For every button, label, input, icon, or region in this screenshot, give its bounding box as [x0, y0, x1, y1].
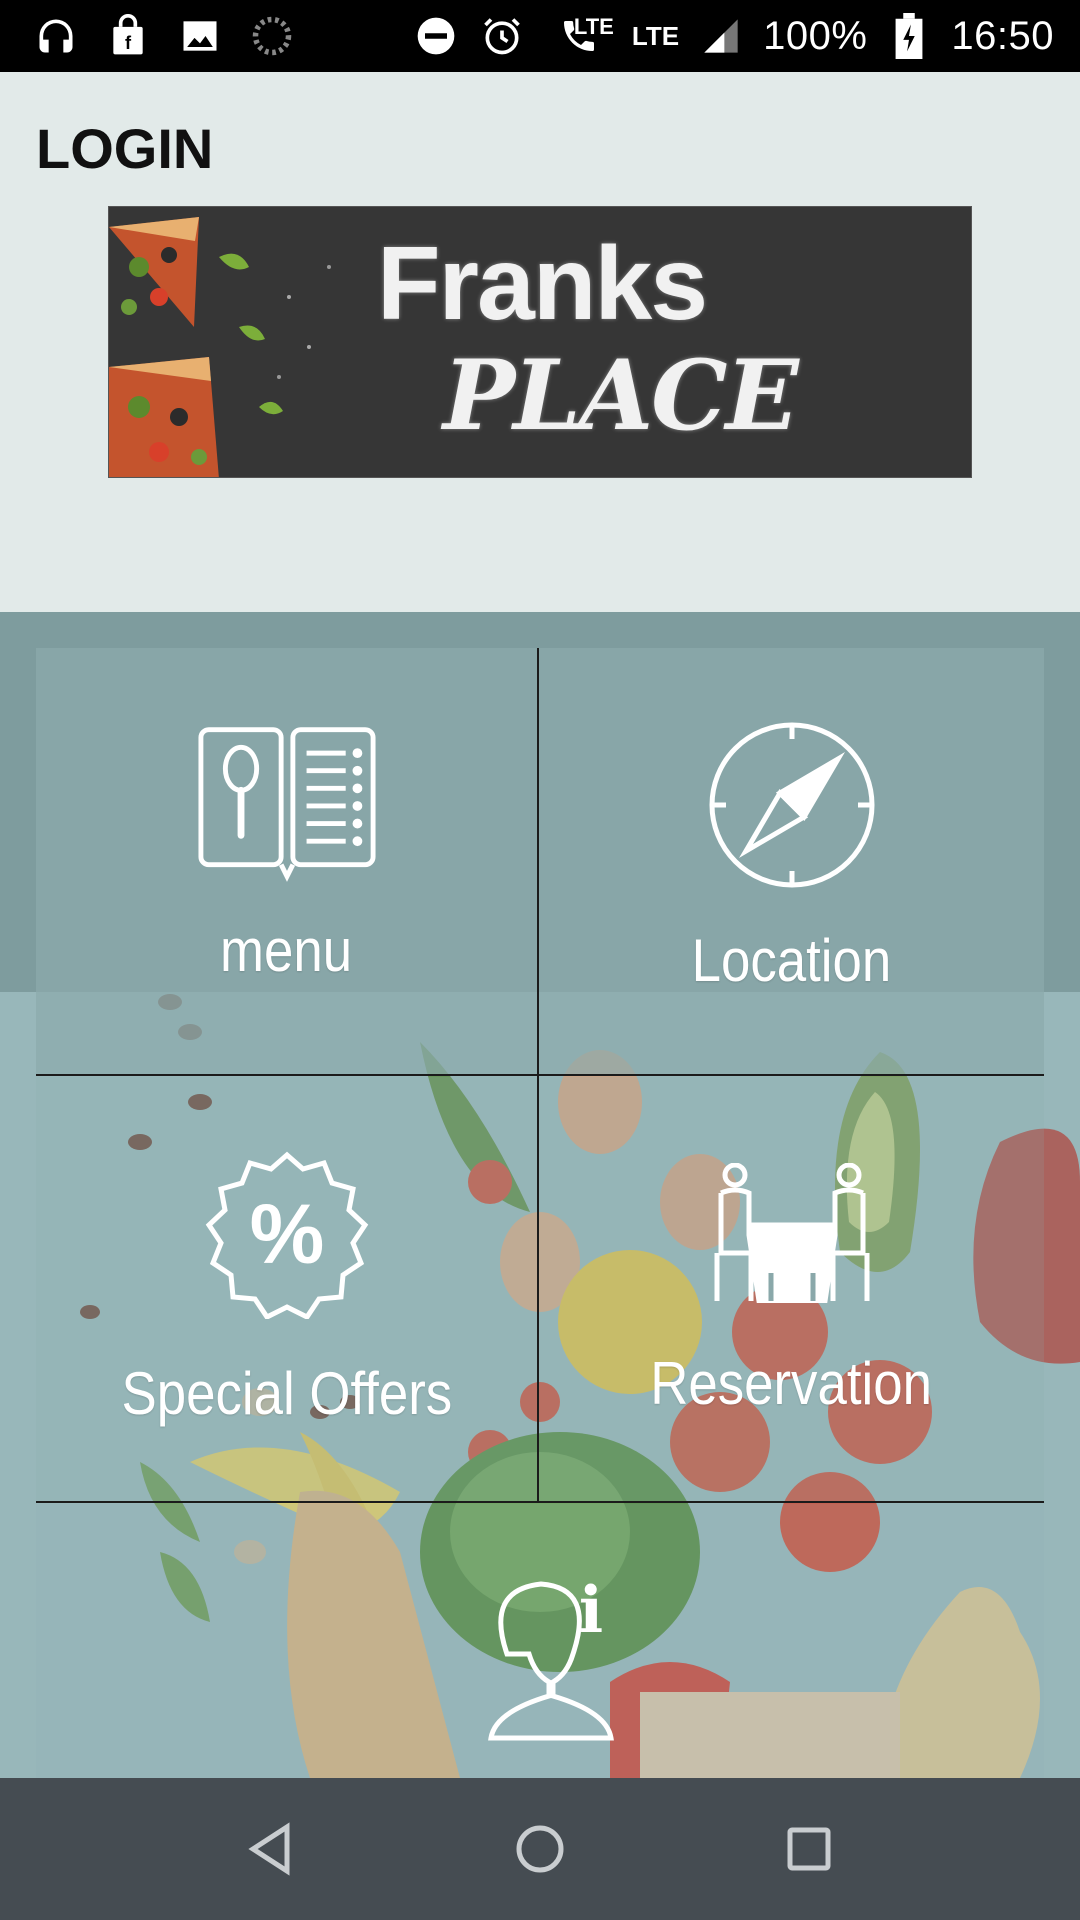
- grid-divider-horizontal-2: [36, 1501, 1044, 1503]
- clock: 16:50: [951, 13, 1054, 58]
- battery-charging-icon: [885, 12, 933, 60]
- back-icon[interactable]: [236, 1814, 306, 1884]
- banner-title-line2: PLACE: [443, 339, 799, 452]
- navigation-bar: [0, 1778, 1080, 1920]
- tile-menu-label: menu: [220, 917, 353, 984]
- loading-icon: [248, 12, 296, 60]
- compass-icon: [707, 720, 877, 890]
- banner-title-line1: Franks: [377, 226, 708, 342]
- tile-about[interactable]: i: [36, 1504, 1044, 1778]
- svg-text:f: f: [125, 32, 132, 53]
- wifi-call-icon: LTE: [544, 12, 614, 60]
- tile-special-offers-label: Special Offers: [121, 1360, 452, 1427]
- battery-percentage: 100%: [763, 13, 868, 58]
- image-icon: [176, 12, 224, 60]
- recents-icon[interactable]: [774, 1814, 844, 1884]
- tile-special-offers[interactable]: % Special Offers: [36, 1077, 537, 1501]
- tile-menu[interactable]: menu: [36, 648, 537, 1075]
- table-reservation-icon: [707, 1163, 877, 1303]
- tile-reservation[interactable]: Reservation: [539, 1077, 1044, 1501]
- svg-text:i: i: [579, 1576, 603, 1648]
- status-bar: f LTE LTE 100% 16:50: [0, 0, 1080, 72]
- grid-divider-horizontal-1: [36, 1074, 1044, 1076]
- header-area: LOGIN Franks PLACE: [0, 72, 1080, 612]
- shopping-bag-icon: f: [104, 12, 152, 60]
- main-tile-area: menu Location % Special Offers Reservati…: [0, 612, 1080, 1778]
- discount-badge-icon: %: [202, 1151, 372, 1319]
- network-label-1: LTE: [573, 14, 614, 39]
- tile-reservation-label: Reservation: [650, 1350, 933, 1417]
- person-info-icon: i: [455, 1576, 625, 1746]
- status-left-icons: f: [32, 12, 296, 60]
- network-label-2: LTE: [631, 20, 680, 51]
- tile-location[interactable]: Location: [539, 648, 1044, 1075]
- login-link[interactable]: LOGIN: [36, 116, 213, 181]
- svg-text:%: %: [249, 1187, 324, 1281]
- restaurant-banner: Franks PLACE: [108, 206, 972, 478]
- tile-location-label: Location: [691, 927, 892, 994]
- status-right-icons: LTE LTE 100% 16:50: [412, 0, 1054, 72]
- home-icon[interactable]: [505, 1814, 575, 1884]
- signal-icon: [697, 12, 745, 60]
- headset-icon: [32, 12, 80, 60]
- alarm-icon: [478, 12, 526, 60]
- menu-book-icon: [197, 724, 377, 884]
- do-not-disturb-icon: [412, 12, 460, 60]
